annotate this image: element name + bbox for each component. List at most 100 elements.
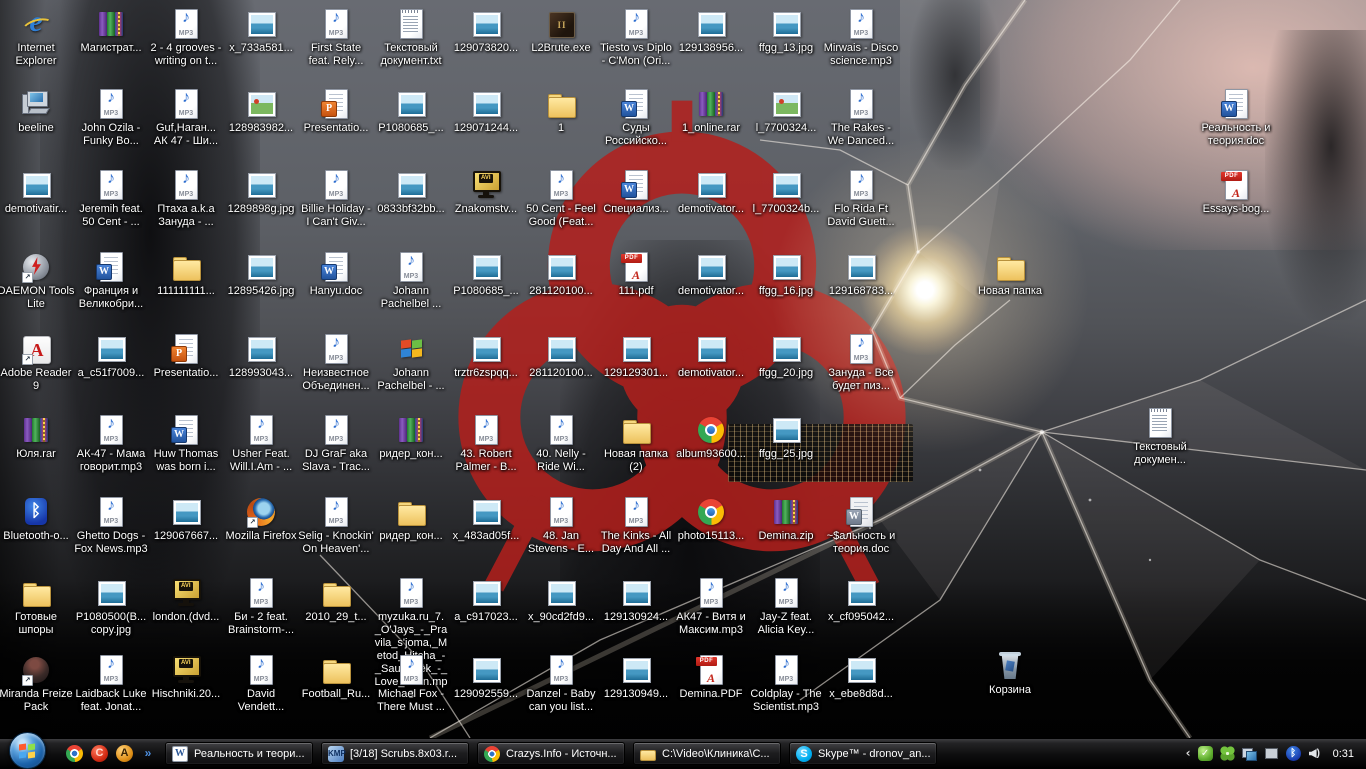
start-flag-pane [19, 751, 26, 758]
icon-part: ♪ [470, 415, 502, 433]
taskbar-task-button[interactable]: Crazys.Info - Источн... [477, 742, 625, 765]
pdf-icon: PDFA [620, 251, 652, 283]
icon-part: MP3 [470, 436, 502, 443]
bluetooth-icon: ᛒ [20, 496, 52, 528]
icon-part: ♪ [95, 89, 127, 107]
icon-part: MP3 [545, 518, 577, 525]
tray-collapse-chevron-icon[interactable]: ‹ [1186, 746, 1191, 761]
desktop-icon[interactable]: W~$альность и теория.doc [817, 496, 905, 556]
rar-icon [395, 414, 427, 446]
image-icon [470, 577, 502, 609]
icon-part [178, 680, 194, 683]
bluetooth-tray-icon[interactable]: ᛒ [1286, 746, 1301, 761]
icon-part: AVI [179, 659, 193, 668]
icon-part [251, 95, 273, 114]
start-button[interactable] [9, 732, 46, 769]
image-icon [395, 169, 427, 201]
desktop-icon[interactable]: ♪MP3The Rakes - We Danced... [817, 88, 905, 148]
icon-part: ♪ [245, 655, 277, 673]
mp3-icon: ♪MP3 [170, 169, 202, 201]
mp3-icon: ♪MP3 [845, 333, 877, 365]
desktop-icon[interactable]: 129168783... [817, 251, 905, 298]
red-swirl-quicklaunch-icon[interactable]: C [91, 745, 108, 762]
desktop-icon[interactable]: ♪MP3Зануда - Все будет пиз... [817, 333, 905, 393]
desktop-icon[interactable]: Корзина [966, 650, 1054, 697]
network-monitors-icon[interactable] [1242, 746, 1257, 761]
desktop-icon[interactable]: WРеальность и теория.doc [1192, 88, 1280, 148]
recycle-icon [994, 650, 1026, 682]
taskbar-task-button[interactable]: KMP[3/18] Scrubs.8x03.r... [321, 742, 469, 765]
icon-part [997, 260, 1025, 281]
icon-part [418, 418, 420, 442]
volume-icon[interactable]: ) [1308, 746, 1323, 761]
icon-part: MP3 [545, 191, 577, 198]
icon-part: ♪ [170, 170, 202, 188]
image-icon [770, 169, 802, 201]
icon-part: ♪ [170, 89, 202, 107]
mp3-icon: ♪MP3 [770, 654, 802, 686]
mp3-icon: ♪MP3 [95, 169, 127, 201]
icon-part: MP3 [320, 355, 352, 362]
icon-part [476, 584, 498, 603]
icon-part: ↗ [22, 354, 33, 365]
desktop-icon[interactable]: ♪MP3Mirwais - Disco science.mp3 [817, 8, 905, 68]
desktop-icon-label: Текстовый докумен... [1116, 441, 1204, 467]
icon-part [176, 503, 198, 522]
mp3-icon: ♪MP3 [770, 577, 802, 609]
taskbar-task-button[interactable]: C:\Video\Клиника\C... [633, 742, 781, 765]
icon-part [774, 500, 782, 524]
desktop-icon[interactable]: ♪MP3Flo Rida Ft David Guett... [817, 169, 905, 229]
wallpaper-pink-clouds [980, 0, 1366, 250]
icon-part [402, 10, 420, 13]
task-button-label: Crazys.Info - Источн... [506, 748, 617, 760]
icon-part: ♪ [845, 170, 877, 188]
aimp-quicklaunch-icon[interactable]: A [116, 745, 133, 762]
image-icon [545, 577, 577, 609]
desktop-icon[interactable]: ffgg_25.jpg [742, 414, 830, 461]
icon-part: W [846, 509, 862, 525]
desktop-icon[interactable]: PDFAEssays-bog... [1192, 169, 1280, 216]
icon-part: MP3 [170, 110, 202, 117]
antivirus-check-icon[interactable]: ✓ [1198, 746, 1213, 761]
desktop-icon[interactable]: x_cf095042... [817, 577, 905, 624]
image-icon [545, 251, 577, 283]
clover-app-icon[interactable] [1220, 746, 1235, 761]
desktop-icon[interactable]: Новая папка [966, 251, 1054, 298]
icon-part: MP3 [320, 191, 352, 198]
mp3-icon: ♪MP3 [95, 496, 127, 528]
quicklaunch-more-chevron-icon[interactable]: » [141, 745, 155, 762]
icon-part: MP3 [95, 518, 127, 525]
icon-part [626, 340, 648, 359]
icon-part: W [621, 182, 637, 198]
icon-part [27, 108, 49, 114]
chrome-quicklaunch-icon[interactable] [66, 745, 83, 762]
image-icon [470, 333, 502, 365]
task-button-label: Skype™ - dronov_an... [818, 748, 930, 760]
image2-icon [245, 88, 277, 120]
image-icon [95, 333, 127, 365]
icon-part: W [96, 264, 112, 280]
display-monitor-icon[interactable] [1264, 746, 1279, 761]
txt-icon [395, 8, 427, 40]
icon-part [254, 99, 259, 104]
mp3-icon: ♪MP3 [320, 169, 352, 201]
icon-part [699, 92, 707, 116]
mp3-icon: ♪MP3 [395, 577, 427, 609]
icon-part [476, 15, 498, 34]
taskbar-clock[interactable]: 0:31 [1333, 748, 1354, 760]
image-icon [470, 251, 502, 283]
icon-part [551, 584, 573, 603]
image-icon [395, 88, 427, 120]
icon-part: W [1221, 101, 1237, 117]
taskbar-task-button[interactable]: SSkype™ - dronov_an... [789, 742, 937, 765]
icon-part: MP3 [695, 599, 727, 606]
icon-part [251, 15, 273, 34]
desktop-icon[interactable]: Текстовый докумен... [1116, 407, 1204, 467]
mp3-icon: ♪MP3 [320, 8, 352, 40]
folder-icon [20, 577, 52, 609]
taskbar-task-button[interactable]: WРеальность и теори... [165, 742, 313, 765]
image2-icon [770, 88, 802, 120]
desktop-icon-label: 129168783... [817, 285, 905, 298]
desktop-icon[interactable]: x_ebe8d8d... [817, 654, 905, 701]
icon-part: ♪ [545, 170, 577, 188]
